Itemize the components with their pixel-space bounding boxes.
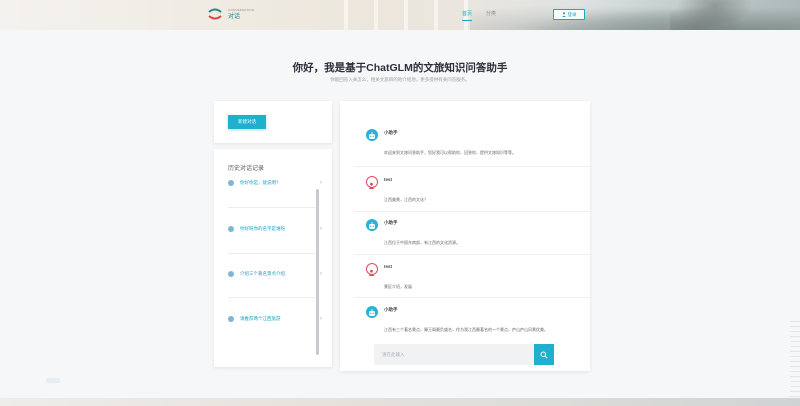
- message-author: test: [384, 177, 393, 182]
- user-icon: [368, 182, 375, 189]
- message-text: 欢迎来到文旅问答助手，您好我可以帮助你，回答你，提供文旅知识等等。: [384, 150, 516, 155]
- chat-panel: 小助手 欢迎来到文旅问答助手，您好我可以帮助你，回答你，提供文旅知识等等。 te…: [340, 101, 590, 371]
- page-subtitle: 你能回答入关怎么，相关文旅目的地介绍地，更多提供有关问答服务。: [330, 77, 470, 82]
- main-nav: 首页 分类: [462, 10, 496, 21]
- user-avatar: [366, 263, 378, 276]
- user-avatar: [366, 176, 378, 189]
- bot-avatar: [366, 219, 378, 231]
- history-item-label: 介绍三个著名景点介绍: [240, 271, 285, 276]
- chevron-right-icon: ›: [320, 271, 322, 277]
- nav-item-home[interactable]: 首页: [462, 10, 473, 21]
- history-title: 历史对话记录: [228, 166, 265, 172]
- chat-input[interactable]: [374, 344, 534, 365]
- bot-avatar: [366, 129, 378, 141]
- robot-icon: [369, 222, 375, 229]
- history-item-label: 你好你是，能说明？: [240, 180, 281, 185]
- logo-icon: [208, 8, 222, 20]
- chat-icon: [228, 180, 234, 186]
- banner-pillars-decoration: [330, 0, 470, 30]
- message-text: 江西美景，江西的文化？: [384, 197, 428, 202]
- divider: [228, 253, 316, 254]
- divider: [228, 297, 316, 298]
- history-item[interactable]: 你好你是，能说明？ ›: [228, 177, 322, 189]
- history-item[interactable]: 请推荐两个江西旅游 ›: [228, 313, 322, 325]
- chat-icon: [228, 271, 234, 277]
- history-item[interactable]: 你好呀你的名字是谁呀 ›: [228, 223, 322, 235]
- top-banner: CONVERSATION 对话 首页 分类 登录: [0, 0, 800, 30]
- history-panel: 历史对话记录 你好你是，能说明？ › 你好呀你的名字是谁呀 › 介绍三个著名景点…: [214, 149, 332, 367]
- history-scrollbar[interactable]: [316, 189, 319, 355]
- site-logo[interactable]: CONVERSATION 对话: [208, 8, 254, 20]
- user-icon: [561, 12, 566, 17]
- bot-avatar: [366, 306, 378, 318]
- chat-icon: [228, 226, 234, 232]
- history-item-label: 你好呀你的名字是谁呀: [240, 226, 285, 231]
- message-text: 江西有三个著名景点，滕王阁最负盛名，作为我江西最著名的一个景点，庐山庐山风景优美…: [384, 327, 548, 332]
- chevron-right-icon: ›: [320, 180, 322, 186]
- history-item-label: 请推荐两个江西旅游: [240, 316, 281, 321]
- message-author: 小助手: [384, 130, 398, 135]
- history-item[interactable]: 介绍三个著名景点介绍 ›: [228, 268, 322, 280]
- new-chat-button[interactable]: 新建对话: [228, 115, 266, 129]
- robot-icon: [369, 309, 375, 316]
- user-icon: [368, 269, 375, 276]
- send-button[interactable]: [534, 344, 554, 365]
- new-chat-card: 新建对话: [214, 101, 332, 143]
- nav-item-category[interactable]: 分类: [486, 10, 496, 21]
- logo-name: 对话: [228, 13, 241, 20]
- page-title: 你好，我是基于ChatGLM的文旅知识问答助手: [292, 62, 508, 74]
- bottom-banner: [0, 398, 800, 406]
- logo-subtitle: CONVERSATION: [228, 7, 255, 12]
- search-icon: [540, 351, 548, 359]
- login-label: 登录: [567, 11, 577, 17]
- login-button[interactable]: 登录: [553, 9, 585, 20]
- message-author: 小助手: [384, 220, 398, 225]
- message-text: 景区介绍，发展: [384, 284, 412, 289]
- divider: [354, 211, 590, 212]
- divider: [354, 297, 590, 298]
- edge-decoration: [790, 318, 800, 406]
- chevron-right-icon: ›: [320, 316, 322, 322]
- banner-portrait-decoration: [670, 0, 760, 30]
- robot-icon: [369, 132, 375, 139]
- divider: [354, 166, 590, 167]
- message-author: test: [384, 264, 393, 269]
- message-text: 江西位于中国东南部，有江西的文化资源。: [384, 240, 460, 245]
- footer-decoration: [46, 378, 60, 383]
- chat-icon: [228, 316, 234, 322]
- chevron-right-icon: ›: [320, 226, 322, 232]
- message-author: 小助手: [384, 307, 398, 312]
- divider: [228, 207, 316, 208]
- divider: [354, 254, 590, 255]
